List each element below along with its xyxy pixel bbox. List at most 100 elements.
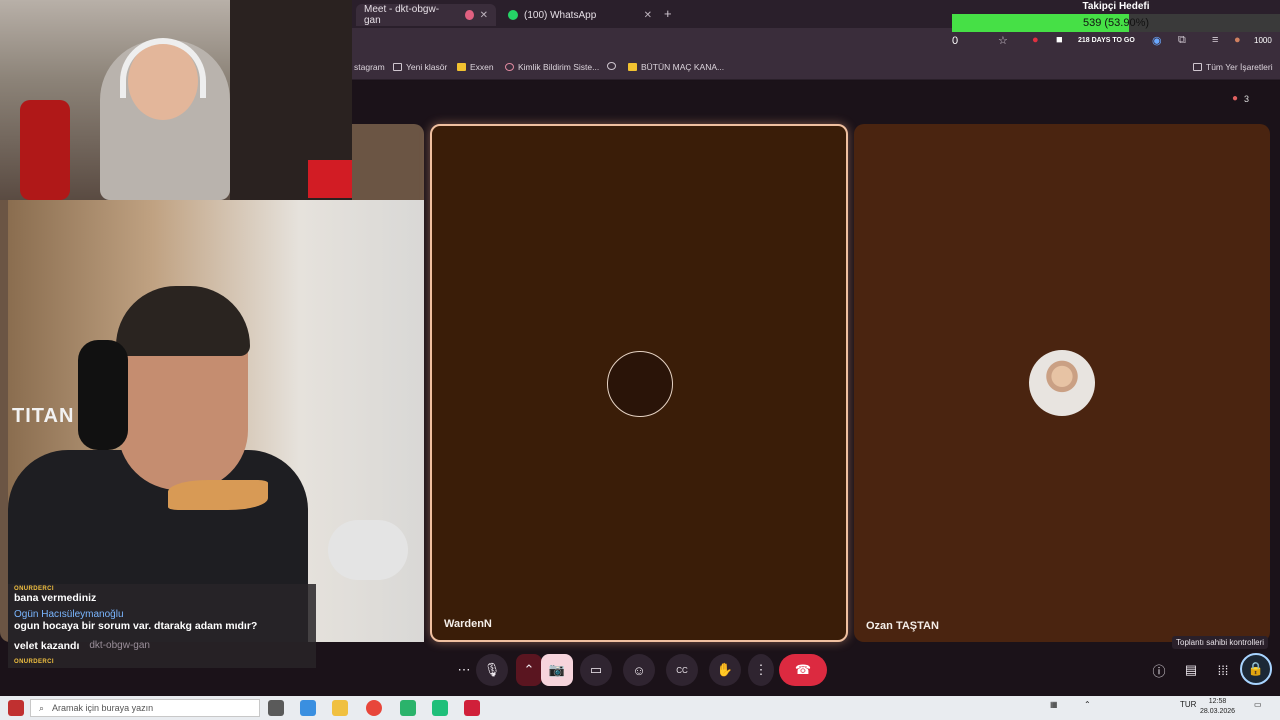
task-view-icon[interactable] — [268, 700, 284, 716]
camera-options-button[interactable]: ⌃ — [516, 654, 542, 686]
menu-lines-icon[interactable]: ≡ — [1212, 34, 1218, 46]
edge-icon[interactable] — [300, 700, 316, 716]
pizza-slice — [168, 480, 268, 510]
follower-goal-bar: 539 (53.90%) — [952, 14, 1280, 32]
meeting-info-button[interactable]: ⓘ — [1143, 654, 1175, 686]
tray-icon[interactable]: ▦ — [1050, 700, 1058, 709]
shirt-brand: TITAN — [12, 405, 75, 427]
participant-tile-ozan[interactable]: Ozan TAŞTAN — [854, 124, 1270, 642]
tab-meet-title: Meet - dkt-obgw-gan — [364, 4, 440, 26]
tab-whatsapp-title: (100) WhatsApp — [524, 9, 597, 21]
activities-button[interactable]: ⁞⁞⁞ — [1207, 654, 1239, 686]
bookmark-instagram[interactable]: stagram — [354, 62, 385, 72]
chat-text: bana vermediniz — [14, 592, 97, 604]
whatsapp-icon — [508, 10, 518, 20]
captions-icon: CC — [676, 665, 688, 675]
meet-controls: ⋯ 🎙 ⌃ 📷 ▭ ☺ CC ✋ ⋮ ☎ ⓘ ▤ ⁞⁞⁞ — [0, 650, 1280, 690]
countdown-extension[interactable]: 218 DAYS TO GO — [1078, 37, 1135, 44]
app-icon[interactable] — [464, 700, 480, 716]
extension-count: 1000 — [1254, 36, 1272, 45]
taskbar-search[interactable]: ⌕ Aramak için buraya yazın — [30, 699, 260, 717]
present-icon: ▭ — [589, 662, 603, 677]
follower-goal-title: Takipçi Hedefi — [1082, 1, 1150, 12]
gaming-chair — [20, 100, 70, 200]
follower-goal-progress: 539 (53.90%) — [1082, 17, 1150, 29]
profile-avatar[interactable]: ● — [1234, 34, 1241, 46]
language-indicator[interactable]: TUR — [1180, 700, 1196, 709]
clock-time: 12:58 — [1208, 698, 1227, 705]
turkish-flag — [308, 160, 352, 198]
bookmark-yeni-klasor[interactable]: Yeni klasör — [393, 62, 447, 72]
raise-hand-button[interactable]: ✋ — [709, 654, 741, 686]
search-placeholder: Aramak için buraya yazın — [52, 703, 154, 713]
bookmark-kimlik[interactable]: Kimlik Bildirim Siste... — [505, 62, 599, 72]
chevron-up-icon[interactable]: ⌃ — [1084, 700, 1091, 709]
search-icon: ⌕ — [39, 702, 45, 713]
tab-meet[interactable]: Meet - dkt-obgw-gan ✕ — [356, 4, 496, 26]
windows-taskbar: ⌕ Aramak için buraya yazın ▦ ⌃ TUR 12:58… — [0, 696, 1280, 720]
more-button[interactable]: ⋮ — [748, 654, 774, 686]
host-controls-button[interactable]: 🔒 — [1240, 653, 1272, 685]
address-counter: 0 — [952, 35, 959, 47]
present-button[interactable]: ▭ — [580, 654, 612, 686]
participant-name: WardenN — [444, 618, 492, 630]
extension-square-icon[interactable]: ■ — [1056, 34, 1063, 46]
emoji-button[interactable]: ☺ — [623, 654, 655, 686]
audio-icon[interactable]: ◉ — [1152, 34, 1162, 47]
recording-icon — [465, 10, 474, 20]
end-call-button[interactable]: ☎ — [779, 654, 827, 686]
clock-date: 28.03.2026 — [1200, 708, 1236, 715]
mic-icon: 🎙 — [483, 662, 501, 677]
screen: Meet - dkt-obgw-gan ✕ (100) WhatsApp ✕ +… — [0, 0, 1280, 720]
participant-hair — [116, 286, 250, 356]
camera-toggle-button[interactable]: 📷 — [541, 654, 573, 686]
participant-tile-wardenn[interactable]: WardenN — [430, 124, 848, 642]
bookmark-all[interactable]: Tüm Yer İşaretleri — [1193, 62, 1273, 72]
raise-hand-icon: ✋ — [716, 662, 734, 677]
folder-icon — [393, 63, 402, 71]
avatar — [607, 351, 673, 417]
bookmark-globe[interactable] — [607, 62, 616, 70]
new-tab-icon[interactable]: + — [664, 6, 672, 21]
chat-icon: ▤ — [1184, 662, 1198, 677]
lock-person-icon: 🔒 — [1247, 661, 1265, 676]
jp-icon — [628, 63, 637, 71]
start-icon[interactable] — [8, 700, 24, 716]
participants-indicator[interactable]: ● 3 — [1232, 93, 1249, 104]
chat-message: ONURDERCI bana vermediniz — [8, 584, 316, 607]
taskbar-clock[interactable]: 12:58 28.03.2026 — [1200, 697, 1235, 717]
mic-button[interactable]: 🎙 — [476, 654, 508, 686]
chat-message: Ogün Hacısüleymanoğlu ogun hocaya bir so… — [8, 607, 316, 635]
close-icon[interactable]: ✕ — [480, 10, 488, 21]
extension-icon[interactable]: ● — [1032, 34, 1039, 46]
folder-icon — [1193, 63, 1202, 71]
captions-button[interactable]: CC — [666, 654, 698, 686]
close-icon[interactable]: ✕ — [644, 10, 652, 21]
info-icon: ⓘ — [1152, 663, 1166, 679]
tab-whatsapp[interactable]: (100) WhatsApp ✕ — [500, 4, 660, 26]
participants-icon: ● — [1232, 93, 1239, 104]
emoji-icon: ☺ — [632, 662, 646, 678]
apps-grid-icon: ⁞⁞⁞ — [1217, 662, 1229, 678]
participant-name: Ozan TAŞTAN — [866, 620, 939, 632]
notification-icon[interactable]: ▭ — [1254, 700, 1262, 709]
exxen-icon — [457, 63, 466, 71]
bookmark-exxen[interactable]: Exxen — [457, 62, 494, 72]
chevron-up-icon: ⌃ — [523, 662, 535, 677]
star-icon[interactable]: ☆ — [998, 34, 1008, 47]
camera-off-icon: 📷 — [548, 662, 566, 677]
chat-text: ogun hocaya bir sorum var. dtarakg adam … — [14, 620, 258, 632]
bookmark-butun-mac[interactable]: BÜTÜN MAÇ KANA... — [628, 62, 724, 72]
host-controls-tooltip: Toplantı sahibi kontrolleri — [1172, 636, 1269, 649]
chrome-icon[interactable] — [366, 700, 382, 716]
follower-goal: Takipçi Hedefi 539 (53.90%) — [952, 0, 1280, 34]
chat-button[interactable]: ▤ — [1175, 654, 1207, 686]
app-icon[interactable] — [432, 700, 448, 716]
hang-up-icon: ☎ — [794, 662, 812, 677]
microphone — [328, 520, 408, 580]
app-icon[interactable] — [400, 700, 416, 716]
file-explorer-icon[interactable] — [332, 700, 348, 716]
avatar — [1029, 350, 1095, 416]
globe-icon — [607, 62, 616, 70]
puzzle-icon[interactable]: ⧉ — [1178, 34, 1186, 47]
